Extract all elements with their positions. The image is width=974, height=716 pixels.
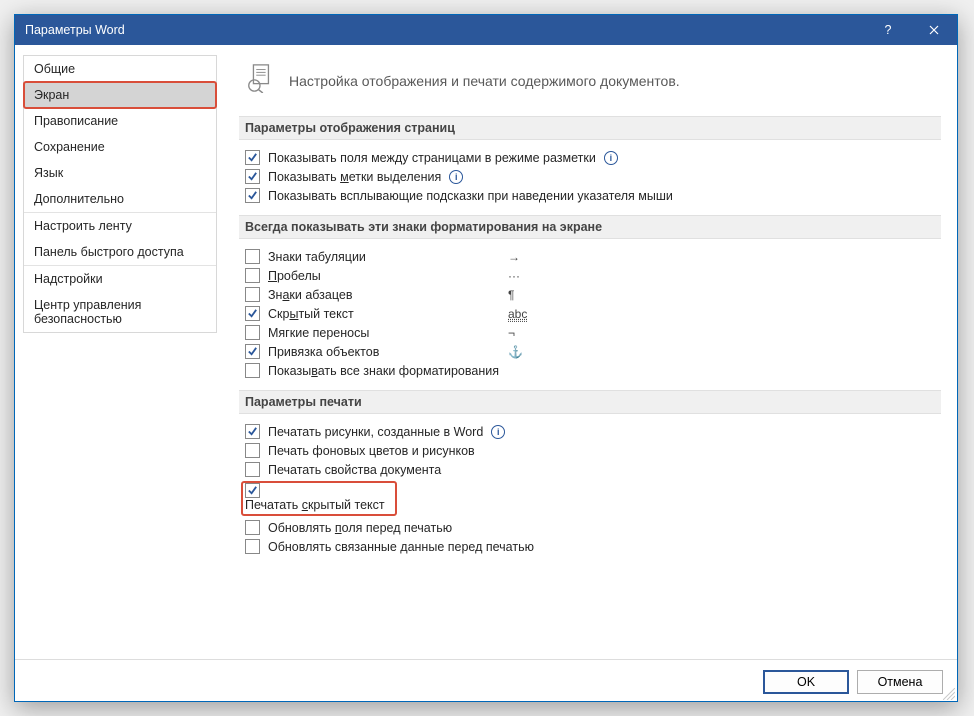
grp-page-display-row-1: Показывать метки выделенияi — [245, 167, 935, 186]
window-title: Параметры Word — [25, 23, 865, 37]
grp-printing-row-3: Печатать скрытый текст — [245, 479, 935, 518]
sidebar-item-0[interactable]: Общие — [24, 56, 216, 82]
checkbox[interactable] — [245, 169, 260, 184]
checkbox-label[interactable]: Знаки абзацев — [268, 288, 498, 302]
page-display-icon — [245, 63, 275, 98]
grp-printing-row-4: Обновлять поля перед печатью — [245, 518, 935, 537]
checkbox-label[interactable]: Знаки табуляции — [268, 250, 498, 264]
format-symbol: → — [508, 250, 538, 264]
sidebar-item-2[interactable]: Правописание — [24, 108, 216, 134]
sidebar-item-1[interactable]: Экран — [24, 82, 216, 108]
section-page-display: Параметры отображения страниц — [239, 116, 941, 140]
checkbox[interactable] — [245, 462, 260, 477]
checkbox[interactable] — [245, 483, 260, 498]
checkbox[interactable] — [245, 306, 260, 321]
page-title: Настройка отображения и печати содержимо… — [289, 73, 680, 89]
sidebar-item-3[interactable]: Сохранение — [24, 134, 216, 160]
checkbox-label[interactable]: Показывать всплывающие подсказки при нав… — [268, 189, 679, 203]
checkbox-label[interactable]: Пробелы — [268, 269, 498, 283]
grp-page-display-row-2: Показывать всплывающие подсказки при нав… — [245, 186, 935, 205]
checkbox-label[interactable]: Печатать рисунки, созданные в Word — [268, 425, 489, 439]
info-icon[interactable]: i — [491, 425, 505, 439]
checkbox[interactable] — [245, 424, 260, 439]
checkbox-label[interactable]: Скрытый текст — [268, 307, 498, 321]
grp-formatting-row-6: Показывать все знаки форматирования — [245, 361, 935, 380]
grp-formatting-row-2: Знаки абзацев ¶ — [245, 285, 935, 304]
resize-grip[interactable] — [943, 687, 955, 699]
grp-printing-row-0: Печатать рисунки, созданные в Wordi — [245, 422, 935, 441]
format-symbol: abc — [508, 307, 538, 321]
section-printing: Параметры печати — [239, 390, 941, 414]
checkbox[interactable] — [245, 287, 260, 302]
checkbox-label[interactable]: Мягкие переносы — [268, 326, 498, 340]
checkbox-label[interactable]: Привязка объектов — [268, 345, 498, 359]
checkbox[interactable] — [245, 363, 260, 378]
sidebar-item-7[interactable]: Панель быстрого доступа — [24, 239, 216, 265]
checkbox[interactable] — [245, 520, 260, 535]
sidebar-item-8[interactable]: Надстройки — [24, 265, 216, 292]
grp-printing-row-5: Обновлять связанные данные перед печатью — [245, 537, 935, 556]
checkbox-label[interactable]: Обновлять связанные данные перед печатью — [268, 540, 540, 554]
category-sidebar: ОбщиеЭкранПравописаниеСохранениеЯзыкДопо… — [15, 45, 225, 659]
grp-formatting-row-0: Знаки табуляции → — [245, 247, 935, 266]
grp-formatting-row-1: Пробелы ··· — [245, 266, 935, 285]
format-symbol: ⚓ — [508, 345, 538, 359]
checkbox-label[interactable]: Показывать метки выделения — [268, 170, 447, 184]
grp-page-display-row-0: Показывать поля между страницами в режим… — [245, 148, 935, 167]
checkbox[interactable] — [245, 188, 260, 203]
format-symbol: ¶ — [508, 288, 538, 302]
format-symbol: ··· — [508, 269, 538, 283]
checkbox[interactable] — [245, 344, 260, 359]
info-icon[interactable]: i — [604, 151, 618, 165]
checkbox[interactable] — [245, 539, 260, 554]
checkbox[interactable] — [245, 268, 260, 283]
checkbox-label[interactable]: Обновлять поля перед печатью — [268, 521, 458, 535]
cancel-button[interactable]: Отмена — [857, 670, 943, 694]
close-button[interactable] — [911, 15, 957, 45]
info-icon[interactable]: i — [449, 170, 463, 184]
checkbox-label[interactable]: Печать фоновых цветов и рисунков — [268, 444, 481, 458]
sidebar-item-5[interactable]: Дополнительно — [24, 186, 216, 212]
ok-button[interactable]: OK — [763, 670, 849, 694]
grp-printing-row-1: Печать фоновых цветов и рисунков — [245, 441, 935, 460]
checkbox[interactable] — [245, 150, 260, 165]
sidebar-item-9[interactable]: Центр управления безопасностью — [24, 292, 216, 332]
sidebar-item-4[interactable]: Язык — [24, 160, 216, 186]
options-dialog: Параметры Word ? ОбщиеЭкранПравописаниеС… — [14, 14, 958, 702]
titlebar: Параметры Word ? — [15, 15, 957, 45]
checkbox-label[interactable]: Печатать скрытый текст — [245, 498, 391, 512]
checkbox[interactable] — [245, 249, 260, 264]
checkbox[interactable] — [245, 325, 260, 340]
checkbox[interactable] — [245, 443, 260, 458]
checkbox-label[interactable]: Показывать все знаки форматирования — [268, 364, 505, 378]
dialog-footer: OK Отмена — [15, 659, 957, 703]
options-panel: Настройка отображения и печати содержимо… — [225, 45, 957, 659]
format-symbol: ¬ — [508, 326, 538, 340]
grp-formatting-row-5: Привязка объектов ⚓ — [245, 342, 935, 361]
grp-printing-row-2: Печатать свойства документа — [245, 460, 935, 479]
section-formatting: Всегда показывать эти знаки форматирован… — [239, 215, 941, 239]
checkbox-label[interactable]: Печатать свойства документа — [268, 463, 447, 477]
grp-formatting-row-3: Скрытый текст abc — [245, 304, 935, 323]
sidebar-item-6[interactable]: Настроить ленту — [24, 212, 216, 239]
checkbox-label[interactable]: Показывать поля между страницами в режим… — [268, 151, 602, 165]
help-button[interactable]: ? — [865, 15, 911, 45]
grp-formatting-row-4: Мягкие переносы ¬ — [245, 323, 935, 342]
